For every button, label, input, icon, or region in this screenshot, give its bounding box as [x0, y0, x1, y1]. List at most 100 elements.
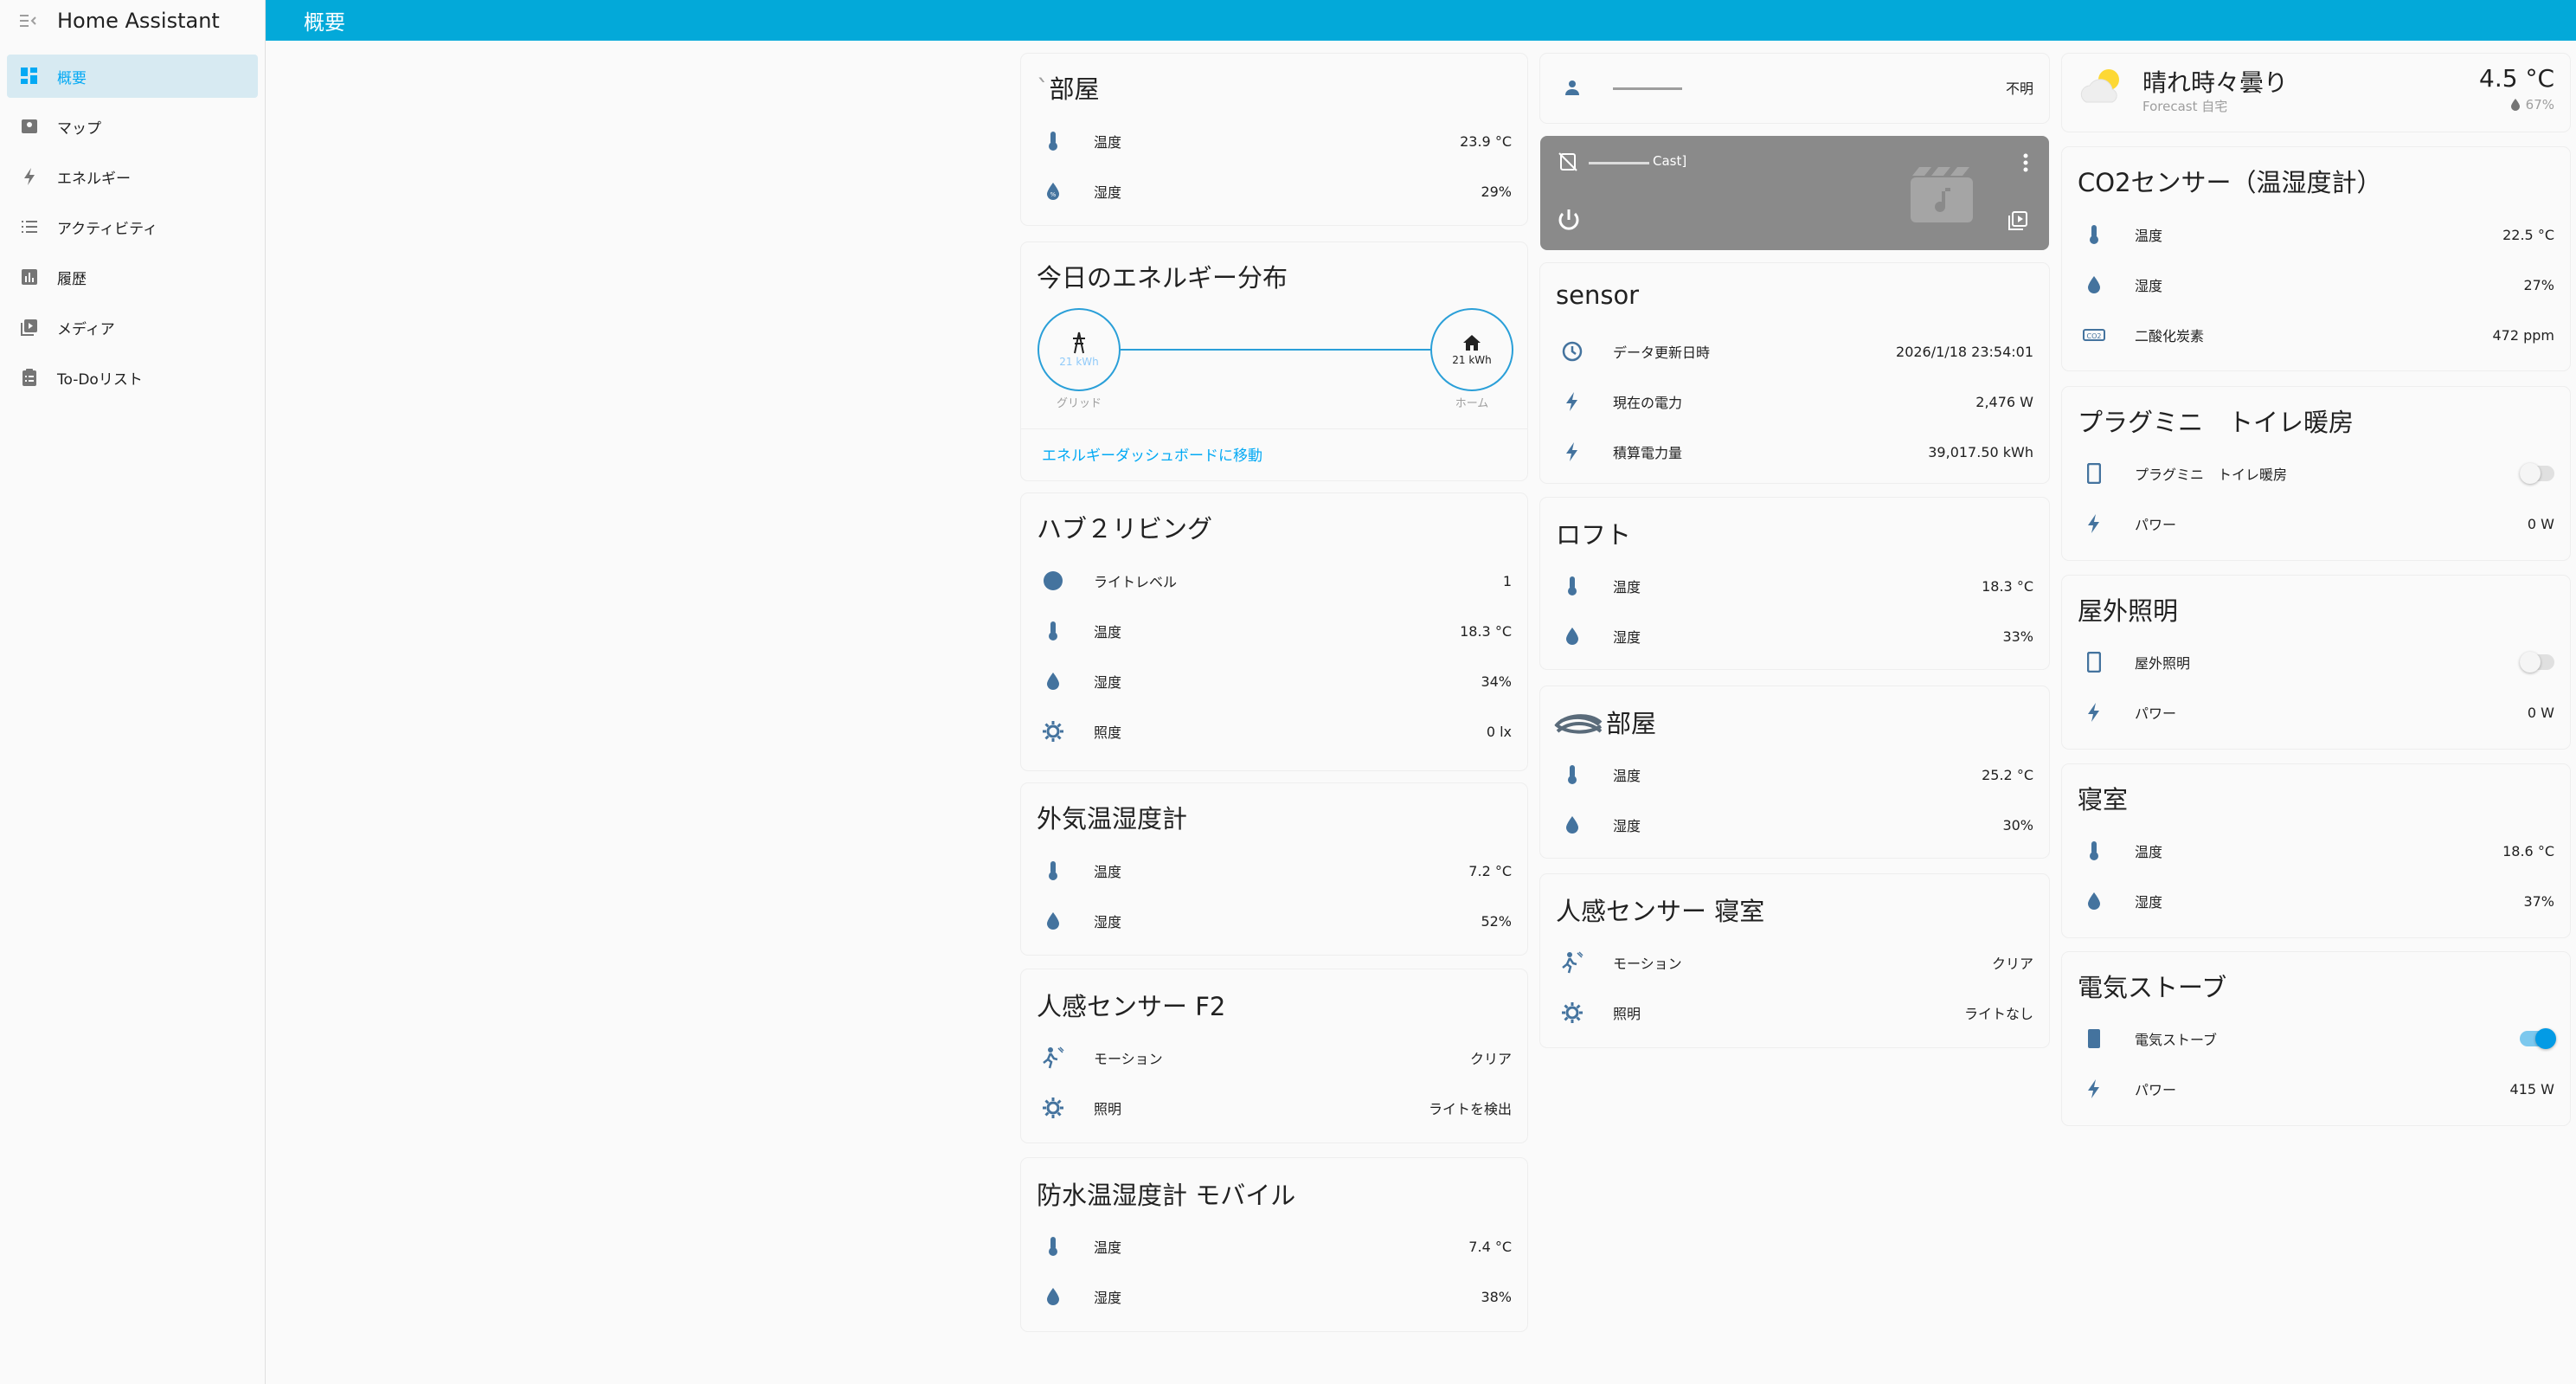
power-icon[interactable] [1556, 207, 1582, 233]
entity-value: ライトなし [1963, 1006, 2033, 1022]
entity-row[interactable]: 電気ストーブ [2062, 1014, 2570, 1064]
motion-sensor-icon [1042, 1046, 1064, 1069]
energy-dashboard-link[interactable]: エネルギーダッシュボードに移動 [1042, 443, 1262, 465]
entity-label: 屋外照明 [2135, 655, 2191, 672]
thermometer-icon [1042, 620, 1064, 642]
svg-text:%: % [1050, 191, 1057, 198]
clipboard-icon [19, 367, 40, 388]
thermometer-icon [1561, 575, 1584, 597]
entity-value: 7.2 °C [1468, 862, 1512, 879]
entity-row[interactable]: 照明 ライトを検出 [1021, 1083, 1527, 1133]
entity-row[interactable]: 現在の電力 2,476 W [1540, 377, 2049, 427]
entity-row[interactable]: 温度 22.5 °C [2062, 209, 2570, 260]
card-title: 寝室 [2078, 785, 2129, 814]
card-title: CO2センサー（温湿度計） [2078, 168, 2382, 197]
weather-temperature: 4.5 °C [2479, 64, 2554, 93]
entity-row[interactable]: プラグミニ トイレ暖房 [2062, 448, 2570, 499]
entity-row[interactable]: CO2 二酸化炭素 472 ppm [2062, 310, 2570, 360]
outdoor-light-card[interactable]: 屋外照明 屋外照明 パワー 0 W [2062, 576, 2570, 749]
entity-label: モーション [1613, 956, 1682, 972]
entity-label: パワー [2135, 517, 2177, 533]
entity-row[interactable]: 温度 25.2 °C [1540, 750, 2049, 800]
clock-icon [1561, 340, 1584, 363]
entity-row[interactable]: データ更新日時 2026/1/18 23:54:01 [1540, 326, 2049, 377]
entity-label: データ更新日時 [1613, 344, 1711, 361]
humidity-icon [1042, 1285, 1064, 1308]
motion-sensor-bedroom-card[interactable]: 人感センサー 寝室 モーション クリア 照明 ライトなし [1540, 874, 2049, 1047]
outdoor-sensor-card[interactable]: 外気温湿度計 温度 7.2 °C 湿度 52% [1021, 783, 1527, 955]
lightning-icon [2083, 701, 2105, 724]
room2-card[interactable]: 部屋 温度 25.2 °C 湿度 30% [1540, 686, 2049, 858]
menu-collapse-icon[interactable] [17, 10, 38, 31]
card-title: 人感センサー F2 [1037, 992, 1226, 1021]
entity-row[interactable]: 温度 18.3 °C [1021, 606, 1527, 656]
entity-row[interactable]: 温度 7.2 °C [1021, 846, 1527, 896]
hub2-living-card[interactable]: ハブ２リビング ライトレベル 1 温度 18.3 °C 湿度 34% 照度 0 … [1021, 493, 1527, 770]
media-player-card[interactable]: Cast] [1540, 136, 2049, 250]
entity-value: 27% [2523, 276, 2554, 293]
card-title: 防水温湿度計 モバイル [1037, 1181, 1296, 1210]
entity-value: 23.9 °C [1460, 132, 1512, 150]
entity-row[interactable]: 湿度 52% [1021, 896, 1527, 946]
entity-row[interactable]: モーション クリア [1540, 937, 2049, 988]
sidebar-item-media[interactable]: メディア [7, 306, 258, 349]
entity-row[interactable]: 照度 0 lx [1021, 706, 1527, 756]
entity-row[interactable]: 積算電力量 39,017.50 kWh [1540, 427, 2049, 477]
sidebar-item-map[interactable]: マップ [7, 105, 258, 148]
sidebar-item-activity[interactable]: アクティビティ [7, 205, 258, 248]
entity-row[interactable]: % 湿度 29% [1021, 166, 1527, 216]
entity-row[interactable]: 湿度 38% [1021, 1271, 1527, 1322]
sidebar-item-overview[interactable]: 概要 [7, 55, 258, 98]
humidity-icon: % [1042, 180, 1064, 203]
electric-stove-card[interactable]: 電気ストーブ 電気ストーブ パワー 415 W [2062, 952, 2570, 1125]
plugmini-toilet-card[interactable]: プラグミニ トイレ暖房 プラグミニ トイレ暖房 パワー 0 W [2062, 387, 2570, 560]
person-card[interactable]: 不明 [1540, 54, 2049, 123]
top-app-bar: 概要 [266, 0, 2576, 41]
entity-row[interactable]: パワー 415 W [2062, 1064, 2570, 1114]
entity-row[interactable]: ライトレベル 1 [1021, 556, 1527, 606]
thermometer-icon [1042, 1235, 1064, 1258]
entity-row[interactable]: 照明 ライトなし [1540, 988, 2049, 1038]
entity-row[interactable]: 屋外照明 [2062, 637, 2570, 687]
entity-label: 湿度 [1094, 1290, 1122, 1306]
toggle-switch[interactable] [2520, 463, 2554, 484]
bedroom-card[interactable]: 寝室 温度 18.6 °C 湿度 37% [2062, 764, 2570, 937]
entity-value: クリア [1469, 1051, 1512, 1067]
room-card[interactable]: `部屋 温度 23.9 °C % 湿度 29% [1021, 54, 1527, 225]
entity-row[interactable]: 湿度 27% [2062, 260, 2570, 310]
entity-label: パワー [2135, 1082, 2177, 1098]
sidebar-item-energy[interactable]: エネルギー [7, 155, 258, 198]
entity-row[interactable]: 温度 23.9 °C [1021, 116, 1527, 166]
more-vert-icon[interactable] [2023, 153, 2028, 172]
entity-value: 25.2 °C [1982, 766, 2033, 783]
toggle-switch[interactable] [2520, 1028, 2556, 1049]
entity-row[interactable]: モーション クリア [1021, 1033, 1527, 1083]
entity-row[interactable]: パワー 0 W [2062, 687, 2570, 737]
sensor-card[interactable]: sensor データ更新日時 2026/1/18 23:54:01 現在の電力 … [1540, 263, 2049, 483]
home-value: 21 kWh [1452, 354, 1492, 366]
entity-row[interactable]: 湿度 37% [2062, 876, 2570, 926]
entity-row[interactable]: 湿度 34% [1021, 656, 1527, 706]
energy-grid-node[interactable]: 21 kWh [1037, 308, 1121, 391]
waterproof-sensor-card[interactable]: 防水温湿度計 モバイル 温度 7.4 °C 湿度 38% [1021, 1158, 1527, 1331]
entity-label: 二酸化炭素 [2135, 328, 2205, 344]
media-browse-icon[interactable] [2007, 210, 2028, 231]
toggle-switch[interactable] [2520, 652, 2554, 673]
co2-sensor-card[interactable]: CO2センサー（温湿度計） 温度 22.5 °C 湿度 27% CO2 二酸化炭… [2062, 147, 2570, 370]
entity-row[interactable]: パワー 0 W [2062, 499, 2570, 549]
entity-row[interactable]: 温度 18.6 °C [2062, 826, 2570, 876]
loft-card[interactable]: ロフト 温度 18.3 °C 湿度 33% [1540, 498, 2049, 669]
sidebar-item-todo[interactable]: To-Doリスト [7, 356, 258, 399]
entity-label: 温度 [1094, 624, 1122, 641]
weather-card[interactable]: 晴れ時々曇り Forecast 自宅 4.5 °C 67% [2062, 54, 2570, 132]
motion-sensor-f2-card[interactable]: 人感センサー F2 モーション クリア 照明 ライトを検出 [1021, 969, 1527, 1143]
entity-row[interactable]: 湿度 33% [1540, 611, 2049, 661]
entity-row[interactable]: 温度 7.4 °C [1021, 1221, 1527, 1271]
entity-row[interactable]: 湿度 30% [1540, 800, 2049, 850]
entity-row[interactable]: 温度 18.3 °C [1540, 561, 2049, 611]
entity-row[interactable]: 不明 [1540, 62, 2049, 113]
energy-flow-line [1121, 349, 1430, 351]
entity-label: 湿度 [1613, 629, 1641, 646]
energy-home-node[interactable]: 21 kWh [1430, 308, 1513, 391]
sidebar-item-history[interactable]: 履歴 [7, 255, 258, 299]
